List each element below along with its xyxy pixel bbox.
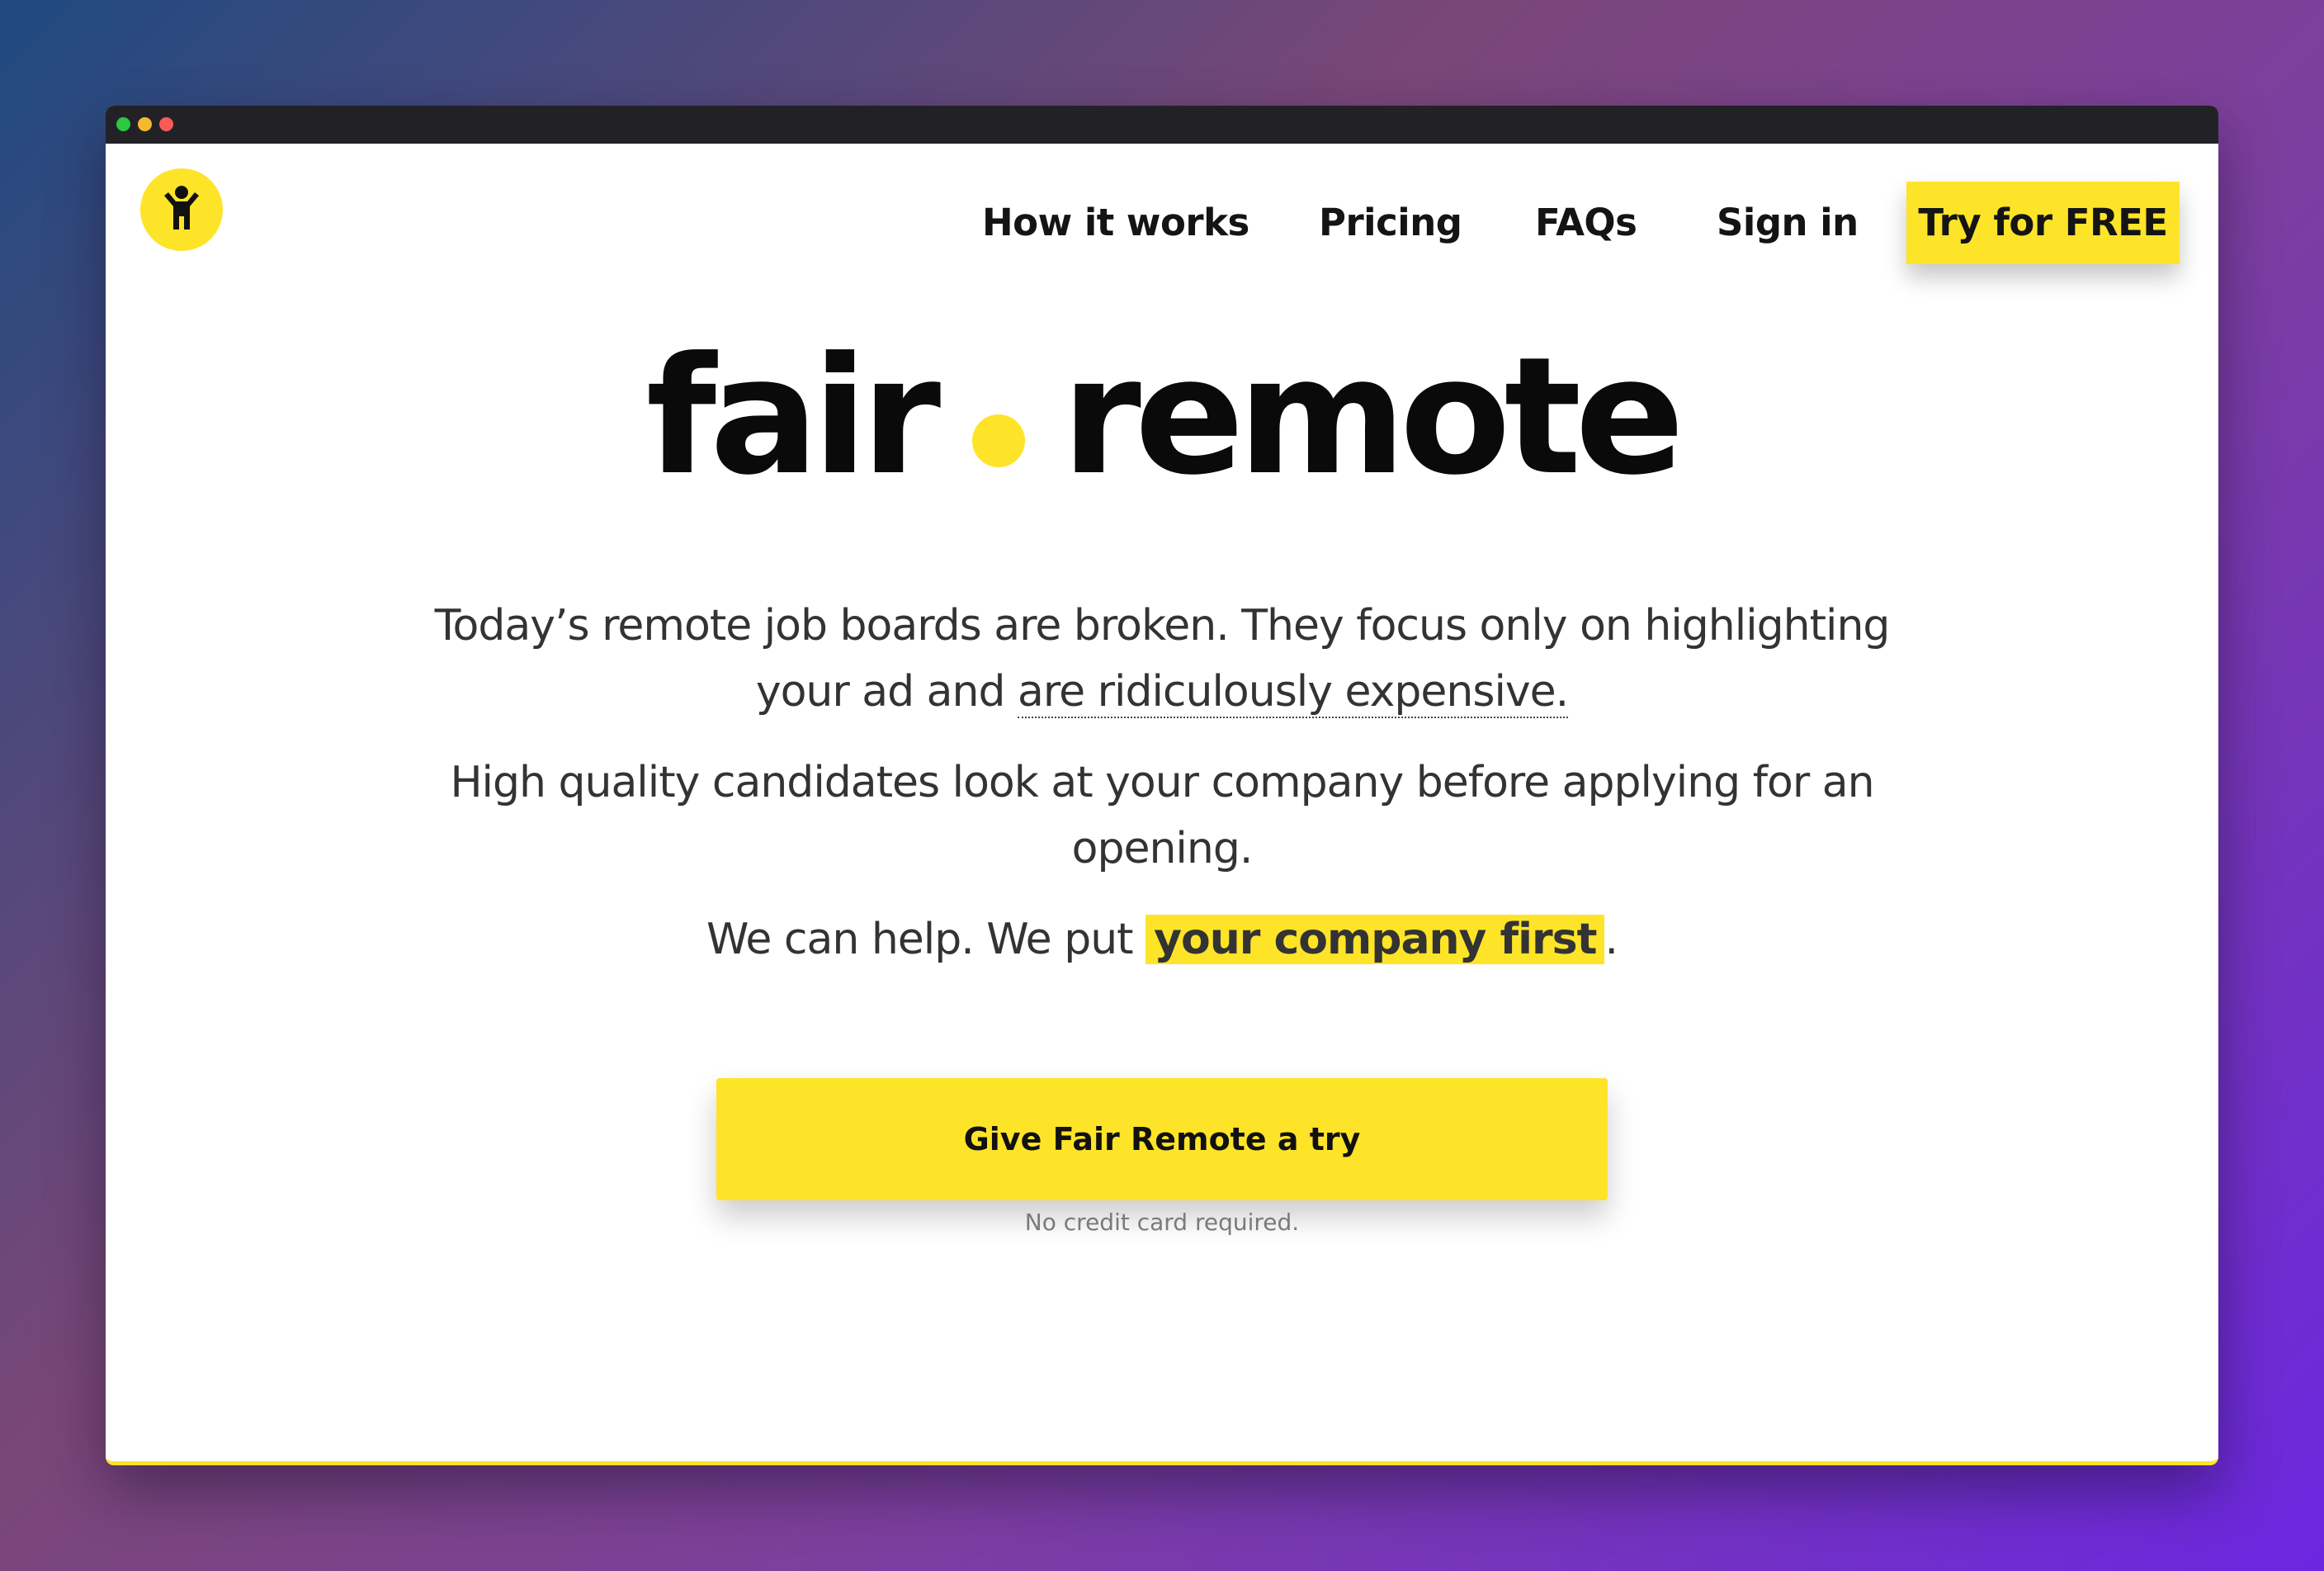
help-prefix: We can help. We put [706,915,1146,964]
give-fair-remote-a-try-button[interactable]: Give Fair Remote a try [716,1078,1608,1200]
intro-paragraph: Today’s remote job boards are broken. Th… [403,593,1921,725]
candidates-paragraph: High quality candidates look at your com… [450,758,1874,873]
hero-title-remote: remote [1061,323,1684,511]
window-close-button[interactable] [159,117,173,131]
company-first-highlight: your company first [1145,915,1605,964]
hero-title: fair remote [106,322,2218,512]
person-raising-arm-icon [164,186,199,229]
no-credit-card-note: No credit card required. [1024,1209,1300,1236]
nav-pricing[interactable]: Pricing [1319,182,1462,264]
nav-sign-in[interactable]: Sign in [1717,182,1859,264]
expensive-tooltip-text[interactable]: are ridiculously expensive. [1018,667,1569,718]
fair-remote-logo[interactable] [140,168,223,251]
window-minimize-button[interactable] [138,117,152,131]
title-dot-icon [972,414,1026,467]
help-paragraph: We can help. We put your company first. [403,906,1921,972]
hero-title-fair: fair [645,323,941,511]
try-for-free-button[interactable]: Try for FREE [1906,182,2180,264]
nav-how-it-works[interactable]: How it works [982,182,1249,264]
nav-faqs[interactable]: FAQs [1535,182,1642,264]
help-suffix: . [1604,915,1618,964]
browser-window: How it works Pricing FAQs Sign in Try fo… [106,106,2218,1465]
window-maximize-button[interactable] [116,117,130,131]
window-titlebar [106,106,2218,144]
